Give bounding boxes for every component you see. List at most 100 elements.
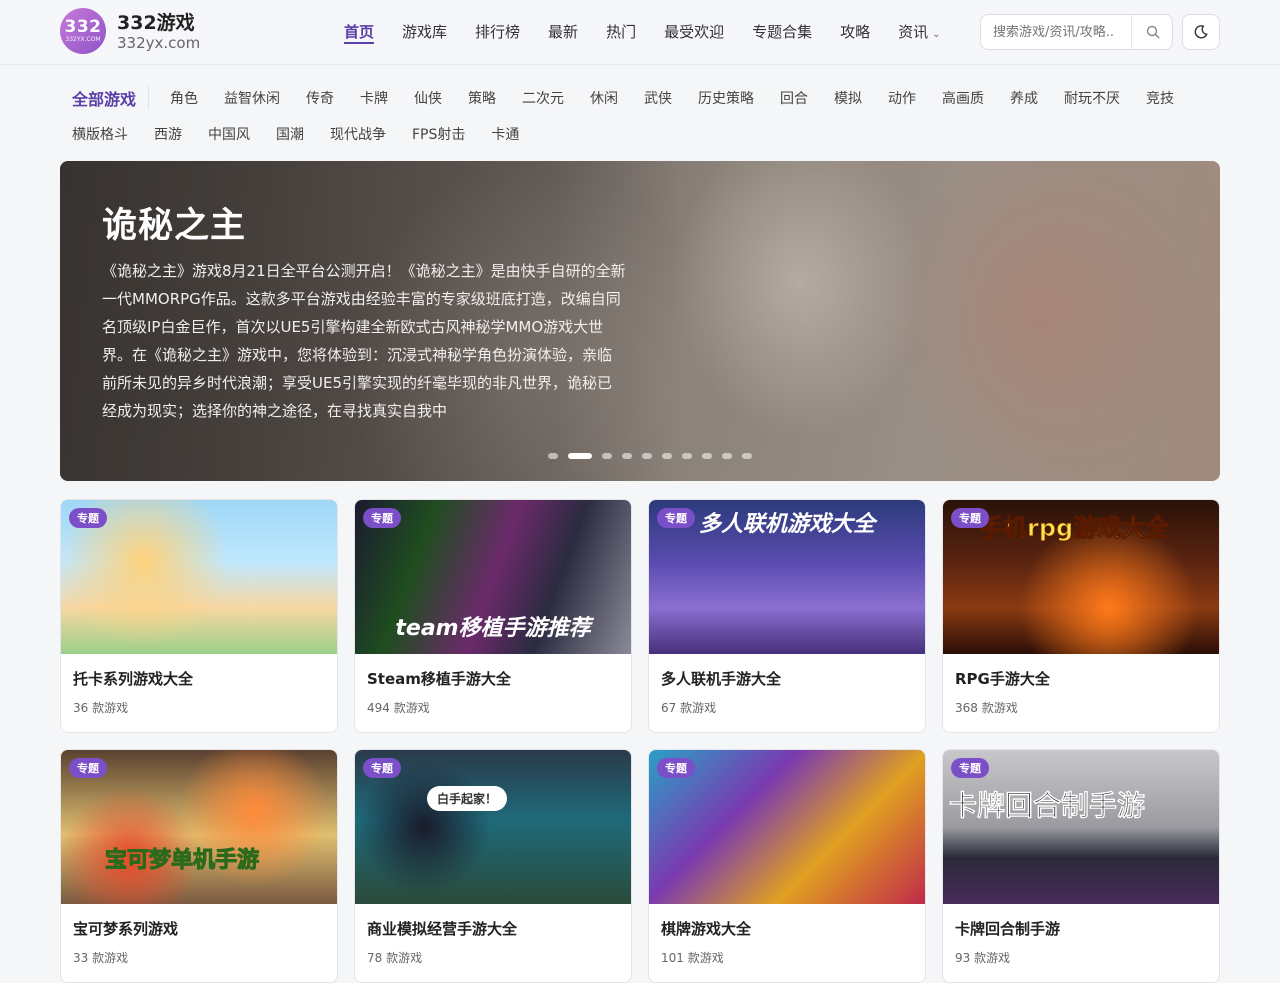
carousel-dot[interactable] (622, 453, 632, 459)
nav-item-game-library[interactable]: 游戏库 (402, 0, 447, 64)
card-tag: 专题 (657, 758, 695, 778)
nav-item-guides[interactable]: 攻略 (840, 0, 870, 64)
card-count: 67 款游戏 (661, 701, 717, 715)
collection-card[interactable]: 多人联机游戏大全 专题 多人联机手游大全 67 款游戏 (648, 499, 926, 733)
card-tag: 专题 (951, 758, 989, 778)
collection-card[interactable]: 专题 托卡系列游戏大全 36 款游戏 (60, 499, 338, 733)
card-thumb-text: 白手起家！ (427, 786, 507, 811)
category-item[interactable]: 传奇 (306, 88, 334, 108)
card-count: 33 款游戏 (73, 951, 129, 965)
nav-item-hot[interactable]: 热门 (606, 0, 636, 64)
card-count: 78 款游戏 (367, 951, 423, 965)
card-tag: 专题 (363, 508, 401, 528)
card-title: 宝可梦系列游戏 (73, 920, 179, 938)
search-box (980, 14, 1173, 50)
category-item[interactable]: 仙侠 (414, 88, 442, 108)
category-item[interactable]: 历史策略 (698, 88, 754, 108)
moon-icon (1194, 25, 1208, 39)
main-nav: 首页 游戏库 排行榜 最新 热门 最受欢迎 专题合集 攻略 资讯 ⌄ (330, 0, 955, 64)
card-thumb-text: 手机rpg游戏大全 (979, 514, 1170, 543)
card-tag: 专题 (951, 508, 989, 528)
category-item[interactable]: 策略 (468, 88, 496, 108)
carousel-dot[interactable] (548, 453, 558, 459)
category-item[interactable]: 动作 (888, 88, 916, 108)
logo-subtext: 332YX.COM (65, 35, 101, 43)
card-count: 93 款游戏 (955, 951, 1011, 965)
category-item[interactable]: 模拟 (834, 88, 862, 108)
collection-card[interactable]: team移植手游推荐 专题 Steam移植手游大全 494 款游戏 (354, 499, 632, 733)
nav-item-most-popular[interactable]: 最受欢迎 (664, 0, 724, 64)
brand-domain: 332yx.com (117, 34, 201, 52)
nav-item-news-label: 资讯 (898, 23, 929, 41)
category-item[interactable]: 回合 (780, 88, 808, 108)
carousel-dot[interactable] (742, 453, 752, 459)
search-input[interactable] (981, 15, 1129, 49)
brand-name[interactable]: 332游戏 (117, 8, 195, 35)
theme-toggle-button[interactable] (1182, 14, 1220, 50)
carousel-dot[interactable] (602, 453, 612, 459)
category-item[interactable]: 横版格斗 (72, 124, 128, 144)
card-thumb-text: team移植手游推荐 (395, 616, 591, 641)
card-count: 494 款游戏 (367, 701, 430, 715)
carousel-dot[interactable] (702, 453, 712, 459)
category-item[interactable]: 国潮 (276, 124, 304, 144)
category-item[interactable]: 益智休闲 (224, 88, 280, 108)
site-logo[interactable]: 332 332YX.COM (60, 8, 106, 54)
collection-card[interactable]: 宝可梦单机手游 专题 宝可梦系列游戏 33 款游戏 (60, 749, 338, 983)
collection-card[interactable]: 白手起家！ 专题 商业模拟经营手游大全 78 款游戏 (354, 749, 632, 983)
category-all[interactable]: 全部游戏 (60, 86, 150, 110)
card-thumb-text: 宝可梦单机手游 (105, 848, 260, 874)
category-item[interactable]: 西游 (154, 124, 182, 144)
category-item[interactable]: 中国风 (208, 124, 250, 144)
category-row-1: 全部游戏 角色 益智休闲 传奇 卡牌 仙侠 策略 二次元 休闲 武侠 历史策略 … (60, 80, 1220, 116)
category-item[interactable]: 养成 (1010, 88, 1038, 108)
search-icon (1146, 25, 1160, 39)
card-thumb-text: 卡牌回合制手游 (949, 789, 1146, 823)
category-filter: 全部游戏 角色 益智休闲 传奇 卡牌 仙侠 策略 二次元 休闲 武侠 历史策略 … (60, 80, 1220, 152)
category-item[interactable]: 武侠 (644, 88, 672, 108)
card-title: Steam移植手游大全 (367, 670, 511, 688)
card-title: 多人联机手游大全 (661, 670, 782, 688)
nav-item-latest[interactable]: 最新 (548, 0, 578, 64)
category-item[interactable]: 竞技 (1146, 88, 1174, 108)
category-row-2: 横版格斗 西游 中国风 国潮 现代战争 FPS射击 卡通 (60, 116, 1220, 152)
category-item[interactable]: 卡牌 (360, 88, 388, 108)
card-title: 商业模拟经营手游大全 (367, 920, 518, 938)
collection-card[interactable]: 专题 棋牌游戏大全 101 款游戏 (648, 749, 926, 983)
carousel-dot[interactable] (682, 453, 692, 459)
collection-card[interactable]: 卡牌回合制手游 专题 卡牌回合制手游 93 款游戏 (942, 749, 1220, 983)
carousel-dot[interactable] (722, 453, 732, 459)
card-count: 36 款游戏 (73, 701, 129, 715)
card-title: RPG手游大全 (955, 670, 1050, 688)
category-item[interactable]: 现代战争 (330, 124, 386, 144)
card-tag: 专题 (69, 508, 107, 528)
category-item[interactable]: 高画质 (942, 88, 984, 108)
card-title: 托卡系列游戏大全 (73, 670, 194, 688)
nav-item-news[interactable]: 资讯 ⌄ (898, 0, 940, 64)
card-tag: 专题 (657, 508, 695, 528)
hero-banner[interactable]: 诡秘之主 《诡秘之主》游戏8月21日全平台公测开启！《诡秘之主》是由快手自研的全… (60, 161, 1220, 481)
card-title: 卡牌回合制手游 (955, 920, 1061, 938)
search-button[interactable] (1131, 15, 1172, 49)
card-tag: 专题 (69, 758, 107, 778)
category-item[interactable]: FPS射击 (412, 124, 465, 144)
category-item[interactable]: 耐玩不厌 (1064, 88, 1120, 108)
card-tag: 专题 (363, 758, 401, 778)
carousel-dot[interactable] (568, 453, 592, 459)
category-item[interactable]: 二次元 (522, 88, 564, 108)
nav-item-rankings[interactable]: 排行榜 (475, 0, 520, 64)
hero-title: 诡秘之主 (102, 206, 247, 246)
site-header: 332 332YX.COM 332游戏 332yx.com 首页 游戏库 排行榜… (0, 0, 1280, 65)
category-item[interactable]: 休闲 (590, 88, 618, 108)
collection-card[interactable]: 手机rpg游戏大全 专题 RPG手游大全 368 款游戏 (942, 499, 1220, 733)
category-item[interactable]: 卡通 (491, 124, 519, 144)
card-count: 368 款游戏 (955, 701, 1018, 715)
carousel-dot[interactable] (642, 453, 652, 459)
carousel-dot[interactable] (662, 453, 672, 459)
category-item[interactable]: 角色 (170, 88, 198, 108)
card-count: 101 款游戏 (661, 951, 724, 965)
hero-description: 《诡秘之主》游戏8月21日全平台公测开启！《诡秘之主》是由快手自研的全新一代MM… (102, 262, 626, 420)
nav-item-home[interactable]: 首页 (344, 0, 375, 64)
carousel-indicators (548, 453, 762, 459)
nav-item-collections[interactable]: 专题合集 (752, 0, 812, 64)
